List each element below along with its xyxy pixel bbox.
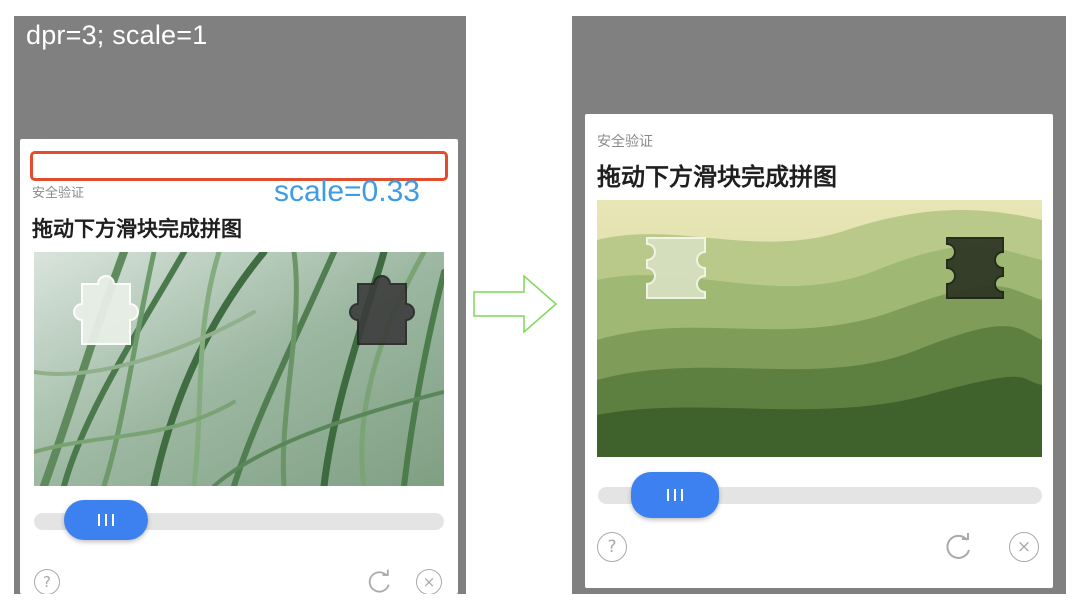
captcha-subtitle: 安全验证 bbox=[597, 134, 653, 150]
left-screenshot-panel: dpr=3; scale=1 安全验证 scale=0.33 拖动下方滑块完成拼… bbox=[14, 16, 466, 594]
scale-annotation: scale=0.33 bbox=[274, 175, 420, 208]
help-icon[interactable]: ? bbox=[597, 532, 627, 562]
right-screenshot-panel: 安全验证 拖动下方滑块完成拼图 ? × bbox=[572, 16, 1066, 594]
help-icon[interactable]: ? bbox=[34, 569, 60, 594]
refresh-icon[interactable] bbox=[941, 530, 975, 564]
puzzle-background-image bbox=[597, 200, 1042, 457]
slider-handle[interactable] bbox=[64, 500, 148, 540]
puzzle-background-image bbox=[34, 252, 444, 486]
slider-handle[interactable] bbox=[631, 472, 719, 518]
grip-icon bbox=[98, 514, 114, 526]
captcha-title: 拖动下方滑块完成拼图 bbox=[597, 163, 837, 191]
transition-arrow-icon bbox=[473, 274, 558, 334]
captcha-title: 拖动下方滑块完成拼图 bbox=[32, 217, 242, 241]
refresh-icon[interactable] bbox=[364, 567, 394, 594]
close-icon[interactable]: × bbox=[416, 569, 442, 594]
grip-icon bbox=[667, 489, 683, 501]
captcha-card: 安全验证 scale=0.33 拖动下方滑块完成拼图 ? × bbox=[20, 139, 458, 594]
captcha-card: 安全验证 拖动下方滑块完成拼图 ? × bbox=[585, 114, 1053, 588]
close-icon[interactable]: × bbox=[1009, 532, 1039, 562]
dpr-scale-label: dpr=3; scale=1 bbox=[26, 20, 208, 50]
captcha-subtitle: 安全验证 bbox=[32, 186, 85, 201]
